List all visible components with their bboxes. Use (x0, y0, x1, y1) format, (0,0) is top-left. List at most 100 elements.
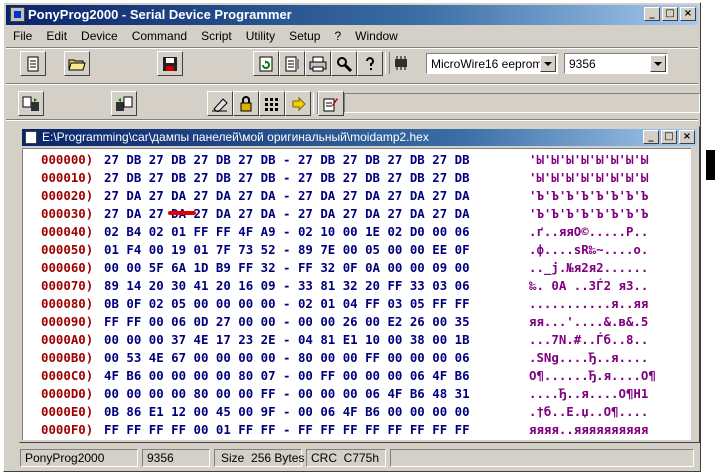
device-family-select[interactable]: MicroWire16 eeprom (426, 53, 558, 74)
hex-row-ascii[interactable]: 'Ъ'Ъ'Ъ'Ъ'Ъ'Ъ'Ъ'Ъ (529, 205, 648, 223)
read-device-button[interactable] (18, 91, 44, 116)
print-icon (309, 56, 327, 71)
hex-row-ascii[interactable]: яяяя..яяяяяяяяяя (529, 421, 648, 439)
device-type-dropdown-arrow[interactable] (650, 55, 666, 72)
menu-help[interactable]: ? (327, 27, 348, 45)
program-button[interactable] (285, 91, 311, 116)
toolbar-grip[interactable] (385, 52, 390, 74)
minimize-button[interactable]: _ (644, 7, 660, 21)
hex-row-address: 0000D0) (41, 386, 94, 401)
menu-edit[interactable]: Edit (39, 27, 74, 45)
toolbar-separator-2 (6, 119, 698, 121)
hex-row-bytes[interactable]: FF FF 00 06 0D 27 00 00 - 00 00 26 00 E2… (104, 313, 470, 331)
hex-row-bytes[interactable]: 89 14 20 30 41 20 16 09 - 33 81 32 20 FF… (104, 277, 470, 295)
title-bar[interactable]: PonyProg2000 - Serial Device Programmer … (6, 5, 698, 25)
help-icon (366, 56, 374, 70)
hex-row-address: 000080) (41, 296, 94, 311)
hex-editor-scrollbar[interactable] (691, 148, 697, 440)
menu-setup[interactable]: Setup (282, 27, 327, 45)
status-size-value: 256 Bytes (251, 451, 305, 465)
hex-row-ascii[interactable]: .†б..E.џ..O¶.... (529, 403, 648, 421)
hex-editor[interactable]: 000000) 27 DB 27 DB 27 DB 27 DB - 27 DB 2… (22, 148, 691, 440)
device-type-select[interactable]: 9356 (564, 53, 668, 74)
background-window-edge (706, 150, 715, 180)
menu-command[interactable]: Command (125, 27, 194, 45)
hex-row-ascii[interactable]: O¶......Ђ.я....O¶ (529, 367, 656, 385)
hex-row-bytes[interactable]: 27 DA 27 DA 27 DA 27 DA - 27 DA 27 DA 27… (104, 205, 470, 223)
close-button[interactable]: × (680, 7, 696, 21)
new-file-button[interactable] (20, 51, 46, 76)
hex-row-ascii[interactable]: ....Ђ..я....O¶H1 (529, 385, 648, 403)
hex-row-address: 000010) (41, 170, 94, 185)
app-icon[interactable] (10, 7, 25, 22)
maximize-button[interactable]: □ (662, 7, 678, 21)
menu-utility[interactable]: Utility (239, 27, 282, 45)
hex-row-bytes[interactable]: 27 DB 27 DB 27 DB 27 DB - 27 DB 27 DB 27… (104, 151, 470, 169)
status-crc: CRC C775h (306, 449, 386, 467)
hex-row-ascii[interactable]: 'Ы'Ы'Ы'Ы'Ы'Ы'Ы'Ы (529, 151, 648, 169)
window-title: PonyProg2000 - Serial Device Programmer (28, 7, 292, 22)
hex-row-bytes[interactable]: 0B 0F 02 05 00 00 00 00 - 02 01 04 FF 03… (104, 295, 470, 313)
help-button[interactable] (357, 51, 383, 76)
edit-buffer-icon (285, 56, 299, 71)
security-bits-button[interactable] (233, 91, 259, 116)
hex-row-ascii[interactable]: ...........я..яя (529, 295, 648, 313)
main-window: PonyProg2000 - Serial Device Programmer … (3, 2, 701, 472)
menu-window[interactable]: Window (348, 27, 405, 45)
hex-row-bytes[interactable]: 00 00 00 37 4E 17 23 2E - 04 81 E1 10 00… (104, 331, 470, 349)
hex-row-bytes[interactable]: 02 B4 02 01 FF FF 4F A9 - 02 10 00 1E 02… (104, 223, 470, 241)
hex-row-ascii[interactable]: 'Ъ'Ъ'Ъ'Ъ'Ъ'Ъ'Ъ'Ъ (529, 187, 648, 205)
hex-row-ascii[interactable]: .._j.№я2я2...... (529, 259, 648, 277)
edit-buffer-button[interactable] (279, 51, 305, 76)
hex-row-ascii[interactable]: ...7N.#..Ѓб..8.. (529, 331, 648, 349)
save-file-button[interactable] (157, 51, 183, 76)
document-title: E:\Programming\car\дампы панелей\мой ори… (42, 130, 429, 144)
hex-row-ascii[interactable]: .ґ..яяO©.....Р.. (529, 223, 648, 241)
probe-icon (337, 56, 352, 72)
config-bits-button[interactable] (259, 91, 285, 116)
hex-row-bytes[interactable]: 00 00 00 00 80 00 00 FF - 00 00 00 06 4F… (104, 385, 470, 403)
print-button[interactable] (305, 51, 331, 76)
write-device-button[interactable] (111, 91, 137, 116)
open-file-button[interactable] (64, 51, 90, 76)
menu-script[interactable]: Script (194, 27, 239, 45)
hex-row-address: 000070) (41, 278, 94, 293)
hex-row-address: 000040) (41, 224, 94, 239)
status-extra (390, 449, 694, 467)
hex-row-ascii[interactable]: яя...'....&.в&.5 (529, 313, 648, 331)
hex-row-bytes[interactable]: 27 DB 27 DB 27 DB 27 DB - 27 DB 27 DB 27… (104, 169, 470, 187)
edit-script-button[interactable] (318, 91, 344, 116)
device-family-dropdown-arrow[interactable] (540, 55, 556, 72)
hex-row-bytes[interactable]: 0B 86 E1 12 00 45 00 9F - 00 06 4F B6 00… (104, 403, 470, 421)
device-type-value: 9356 (569, 57, 596, 71)
hex-row-bytes[interactable]: 00 53 4E 67 00 00 00 00 - 80 00 00 FF 00… (104, 349, 470, 367)
hex-row-address: 000030) (41, 206, 94, 221)
reload-button[interactable] (253, 51, 279, 76)
hex-row-ascii[interactable]: ‰. 0A ..3Ѓ2 я3.. (529, 277, 648, 295)
menu-device[interactable]: Device (74, 27, 125, 45)
hex-row-address: 0000B0) (41, 350, 94, 365)
hex-row-ascii[interactable]: .SNg....Ђ..я.... (529, 349, 648, 367)
hex-row-bytes[interactable]: 4F B6 00 00 00 00 80 07 - 00 FF 00 00 00… (104, 367, 470, 385)
device-family-value: MicroWire16 eeprom (431, 57, 543, 71)
menu-bar: File Edit Device Command Script Utility … (6, 27, 405, 45)
menu-file[interactable]: File (6, 27, 39, 45)
hex-row-ascii[interactable]: .ф....sR‰~....о. (529, 241, 648, 259)
document-minimize-button[interactable]: _ (643, 130, 659, 144)
status-bar: PonyProg2000 9356 Size 256 Bytes CRC C77… (6, 447, 698, 469)
document-maximize-button[interactable]: □ (661, 130, 677, 144)
document-icon[interactable] (25, 131, 37, 144)
document-title-bar[interactable]: E:\Programming\car\дампы панелей\мой ори… (22, 129, 697, 146)
hex-row-address: 000090) (41, 314, 94, 329)
script-icon (323, 97, 338, 111)
hex-row-bytes[interactable]: FF FF FF FF 00 01 FF FF - FF FF FF FF FF… (104, 421, 470, 439)
hex-row-bytes[interactable]: 27 DA 27 DA 27 DA 27 DA - 27 DA 27 DA 27… (104, 187, 470, 205)
document-close-button[interactable]: × (679, 130, 695, 144)
status-device: 9356 (142, 449, 210, 467)
hex-row-address: 000050) (41, 242, 94, 257)
erase-device-button[interactable] (207, 91, 233, 116)
hex-row-bytes[interactable]: 01 F4 00 19 01 7F 73 52 - 89 7E 00 05 00… (104, 241, 470, 259)
probe-button[interactable] (331, 51, 357, 76)
hex-row-ascii[interactable]: 'Ы'Ы'Ы'Ы'Ы'Ы'Ы'Ы (529, 169, 648, 187)
hex-row-bytes[interactable]: 00 00 5F 6A 1D B9 FF 32 - FF 32 0F 0A 00… (104, 259, 470, 277)
